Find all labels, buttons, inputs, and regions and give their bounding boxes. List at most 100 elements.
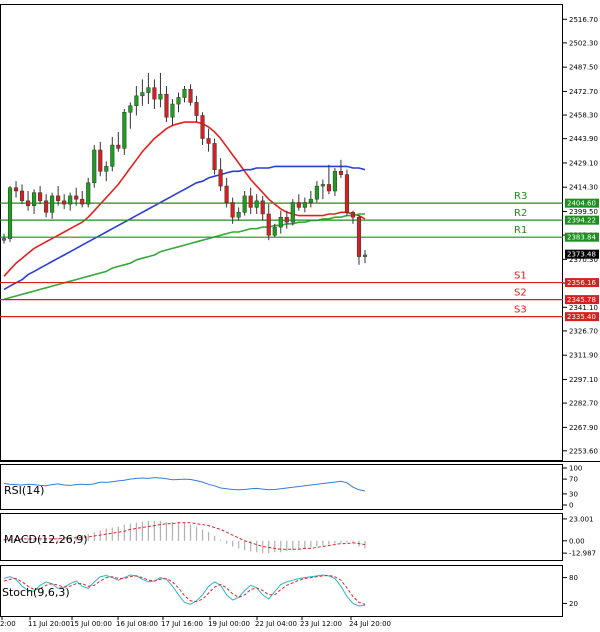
candle-body	[128, 105, 133, 113]
candle-body	[326, 184, 331, 192]
macd-title: MACD(12,26,9)	[4, 533, 88, 546]
candle-body	[278, 216, 283, 228]
level-price-tag-label: 2345.78	[567, 296, 596, 304]
candle-body	[212, 143, 217, 170]
candle-body	[314, 185, 319, 200]
candle-body	[176, 97, 181, 105]
candle-body	[152, 87, 157, 100]
level-price-tag-label: 2335.40	[567, 313, 596, 321]
moving-average-line	[3, 213, 365, 301]
stoch-axis-tick-label: 20	[569, 600, 578, 608]
level-label-r3: R3	[514, 191, 527, 202]
stoch-axis-tick-label: 80	[569, 574, 578, 582]
level-label-s3: S3	[514, 305, 527, 316]
candle-body	[104, 166, 109, 172]
price-axis-tick-label: 2429.10	[569, 159, 598, 167]
candle-body	[308, 198, 313, 203]
level-label-r2: R2	[514, 208, 527, 219]
time-axis-label: 16 Jul 08:00	[116, 620, 158, 628]
price-axis-tick-label: 2399.50	[569, 208, 598, 216]
time-axis-label: 24 Jul 20:00	[349, 620, 391, 628]
level-price-tag-label: 2394.22	[567, 217, 596, 225]
candle-body	[62, 200, 67, 205]
candle-body	[272, 226, 277, 236]
macd-axis-tick-label: 23.001	[569, 515, 594, 523]
candle-body	[170, 103, 175, 118]
rsi-axis-tick-label: 0	[569, 502, 573, 510]
level-label-s1: S1	[514, 271, 527, 282]
candle-body	[86, 182, 91, 205]
candle-body	[50, 195, 55, 213]
candle-body	[146, 87, 151, 93]
candle-body	[338, 171, 343, 175]
time-axis-label: 2:00	[0, 620, 16, 628]
candle-body	[38, 192, 43, 202]
candle-body	[56, 195, 61, 202]
candle-body	[296, 202, 301, 208]
candle-body	[362, 254, 368, 257]
candle-body	[26, 200, 31, 207]
candle-body	[284, 216, 289, 223]
candle-body	[332, 171, 337, 192]
price-axis-tick-label: 2326.70	[569, 327, 598, 335]
candle-body	[140, 92, 145, 97]
candle-body	[302, 202, 307, 208]
price-axis-tick-label: 2311.90	[569, 352, 598, 360]
price-axis-tick-label: 2297.10	[569, 376, 598, 384]
candle-body	[80, 198, 85, 205]
last-price-label: 2373.48	[567, 251, 596, 259]
candle-body	[194, 102, 199, 116]
candle-body	[254, 200, 259, 208]
candle-body	[44, 200, 49, 213]
panel-frame-main	[0, 4, 563, 461]
rsi-axis-tick-label: 30	[569, 490, 578, 498]
price-axis-tick-label: 2253.60	[569, 447, 598, 455]
candle-body	[98, 149, 103, 172]
candle-body	[344, 174, 350, 213]
candle-body	[7, 187, 13, 239]
candle-body	[68, 195, 73, 205]
price-axis-tick-label: 2502.30	[569, 39, 598, 47]
candle-body	[158, 93, 163, 100]
candle-body	[74, 195, 79, 200]
macd-axis-tick-label: -12.987	[569, 550, 596, 558]
time-axis-label: 19 Jul 00:00	[208, 620, 250, 628]
price-axis-tick-label: 2341.10	[569, 304, 598, 312]
panel-frame-rsi	[0, 464, 563, 510]
candle-body	[350, 212, 356, 218]
price-axis-tick-label: 2458.30	[569, 112, 598, 120]
level-price-tag-label: 2383.84	[567, 234, 596, 242]
level-price-tag-label: 2404.60	[567, 200, 596, 208]
time-axis-label: 23 Jul 12:00	[300, 620, 342, 628]
chart-svg: 2253.60 2267.90 2282.70 2297.10 2311.90 2326.…	[0, 4, 600, 628]
candle-body	[164, 93, 169, 118]
price-axis-tick-label: 2516.70	[569, 16, 598, 24]
candle-body	[188, 89, 193, 103]
price-axis-tick-label: 2443.90	[569, 135, 598, 143]
price-axis-tick-label: 2414.30	[569, 184, 598, 192]
candle-body	[19, 190, 25, 202]
candle-body	[224, 185, 229, 203]
time-axis-label: 17 Jul 16:00	[161, 620, 203, 628]
candle-body	[248, 195, 253, 208]
candle-body	[320, 184, 325, 187]
price-axis-tick-label: 2487.50	[569, 64, 598, 72]
candle-body	[206, 138, 211, 144]
candle-body	[13, 187, 19, 192]
rsi-line	[3, 477, 366, 492]
rsi-axis-tick-label: 70	[569, 476, 578, 484]
level-label-r1: R1	[514, 225, 527, 236]
candle-body	[134, 95, 139, 106]
candle-body	[110, 144, 115, 167]
moving-average-line	[3, 165, 366, 291]
candle-body	[182, 89, 187, 98]
candle-body	[242, 195, 247, 213]
candle-body	[32, 192, 37, 207]
candle-body	[122, 112, 127, 149]
level-label-s2: S2	[514, 288, 527, 299]
rsi-title: RSI(14)	[4, 484, 44, 497]
candle-body	[290, 202, 295, 223]
chart-container: 2253.60 2267.90 2282.70 2297.10 2311.90 2326.…	[0, 0, 600, 632]
level-price-tag-label: 2356.16	[567, 279, 596, 287]
macd-axis-tick-label: 0.00	[569, 537, 585, 545]
